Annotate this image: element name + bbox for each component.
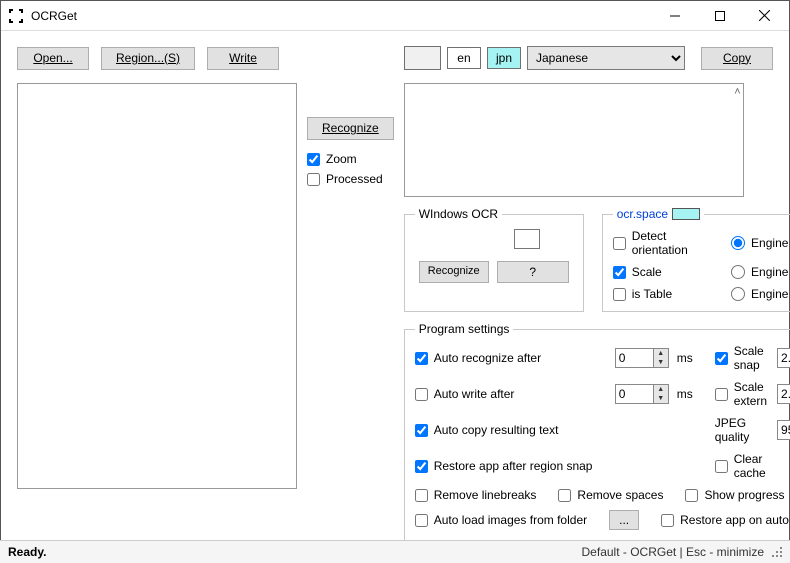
ocrspace-legend: ocr.space [613, 207, 704, 221]
detect-orientation-checkbox[interactable]: Detect orientation [613, 229, 711, 257]
lang-en-button[interactable]: en [447, 47, 481, 69]
scroll-up-icon: ˄ [734, 86, 740, 98]
auto-write-spinner[interactable]: ▲▼ [615, 384, 669, 404]
restore-snap-checkbox[interactable]: Restore app after region snap [415, 459, 705, 473]
scale-snap-spinner[interactable]: ▲▼ [777, 348, 790, 368]
processed-label: Processed [326, 172, 383, 186]
engine2-radio[interactable]: Engine 2 [731, 265, 790, 279]
engine1-radio[interactable]: Engine 1 [731, 236, 790, 250]
jpeg-quality-spinner[interactable]: ▲▼ [777, 420, 790, 440]
istable-checkbox[interactable]: is Table [613, 287, 711, 301]
lang-swatch-button[interactable] [404, 46, 441, 70]
scale-checkbox[interactable]: Scale [613, 265, 711, 279]
language-select[interactable]: Japanese [527, 46, 685, 70]
winocr-recognize-button[interactable]: Recognize [419, 261, 489, 283]
windows-ocr-group: WIndows OCR Recognize ? [404, 207, 584, 312]
show-progress-checkbox[interactable]: Show progress [685, 488, 784, 502]
auto-recognize-spinner[interactable]: ▲▼ [615, 348, 669, 368]
image-drop-area[interactable] [17, 83, 297, 489]
restore-auto-load-checkbox[interactable]: Restore app on auto load [661, 513, 790, 527]
status-right-text: Default - OCRGet | Esc - minimize [582, 545, 764, 559]
copy-label: Copy [723, 51, 751, 65]
recognize-label: Recognize [322, 121, 379, 135]
write-label: Write [229, 51, 257, 65]
auto-write-checkbox[interactable]: Auto write after [415, 387, 605, 401]
region-label: Region...(S) [116, 51, 180, 65]
output-textarea[interactable]: ˄ [404, 83, 744, 197]
jpeg-quality-label: JPEG quality [715, 416, 767, 444]
maximize-button[interactable] [697, 1, 742, 30]
remove-spaces-checkbox[interactable]: Remove spaces [558, 488, 663, 502]
write-button[interactable]: Write [207, 47, 279, 70]
scale-extern-spinner[interactable]: ▲▼ [777, 384, 790, 404]
program-settings-legend: Program settings [415, 322, 514, 336]
auto-load-folder-checkbox[interactable]: Auto load images from folder [415, 513, 587, 527]
ocrspace-group: ocr.space Detect orientation Engine 1 [602, 207, 790, 312]
windows-ocr-legend: WIndows OCR [415, 207, 502, 221]
zoom-checkbox-input[interactable] [307, 153, 320, 166]
lang-jpn-button[interactable]: jpn [487, 47, 521, 69]
minimize-button[interactable] [652, 1, 697, 30]
app-icon [9, 9, 23, 23]
clear-cache-checkbox[interactable]: Clear cache [715, 452, 790, 480]
open-button[interactable]: Open... [17, 47, 89, 70]
auto-copy-checkbox[interactable]: Auto copy resulting text [415, 423, 705, 437]
status-ready: Ready. [8, 545, 46, 559]
close-button[interactable] [742, 1, 787, 30]
auto-recognize-checkbox[interactable]: Auto recognize after [415, 351, 605, 365]
zoom-checkbox[interactable]: Zoom [307, 152, 357, 166]
scale-extern-checkbox[interactable]: Scale extern [715, 380, 767, 408]
status-bar: Ready. Default - OCRGet | Esc - minimize [0, 540, 790, 563]
window-title: OCRGet [31, 9, 77, 23]
toolbar: Open... Region...(S) Write en jpn Japane… [17, 45, 773, 71]
engine3-radio[interactable]: Engine 3 [731, 287, 790, 301]
recognize-button[interactable]: Recognize [307, 117, 394, 140]
scale-snap-checkbox[interactable]: Scale snap [715, 344, 767, 372]
browse-folder-button[interactable]: ... [609, 510, 639, 530]
processed-checkbox-input[interactable] [307, 173, 320, 186]
ocrspace-swatch[interactable] [672, 208, 700, 220]
remove-linebreaks-checkbox[interactable]: Remove linebreaks [415, 488, 537, 502]
open-label: Open... [33, 51, 72, 65]
winocr-help-button[interactable]: ? [497, 261, 569, 283]
winocr-swatch[interactable] [514, 229, 540, 249]
processed-checkbox[interactable]: Processed [307, 172, 383, 186]
program-settings-group: Program settings Auto recognize after ▲▼… [404, 322, 790, 541]
region-button[interactable]: Region...(S) [101, 47, 195, 70]
title-bar: OCRGet [1, 1, 789, 31]
spinner-arrows[interactable]: ▲▼ [653, 348, 669, 368]
copy-button[interactable]: Copy [701, 47, 773, 70]
resize-grip-icon[interactable] [770, 545, 784, 559]
zoom-label: Zoom [326, 152, 357, 166]
